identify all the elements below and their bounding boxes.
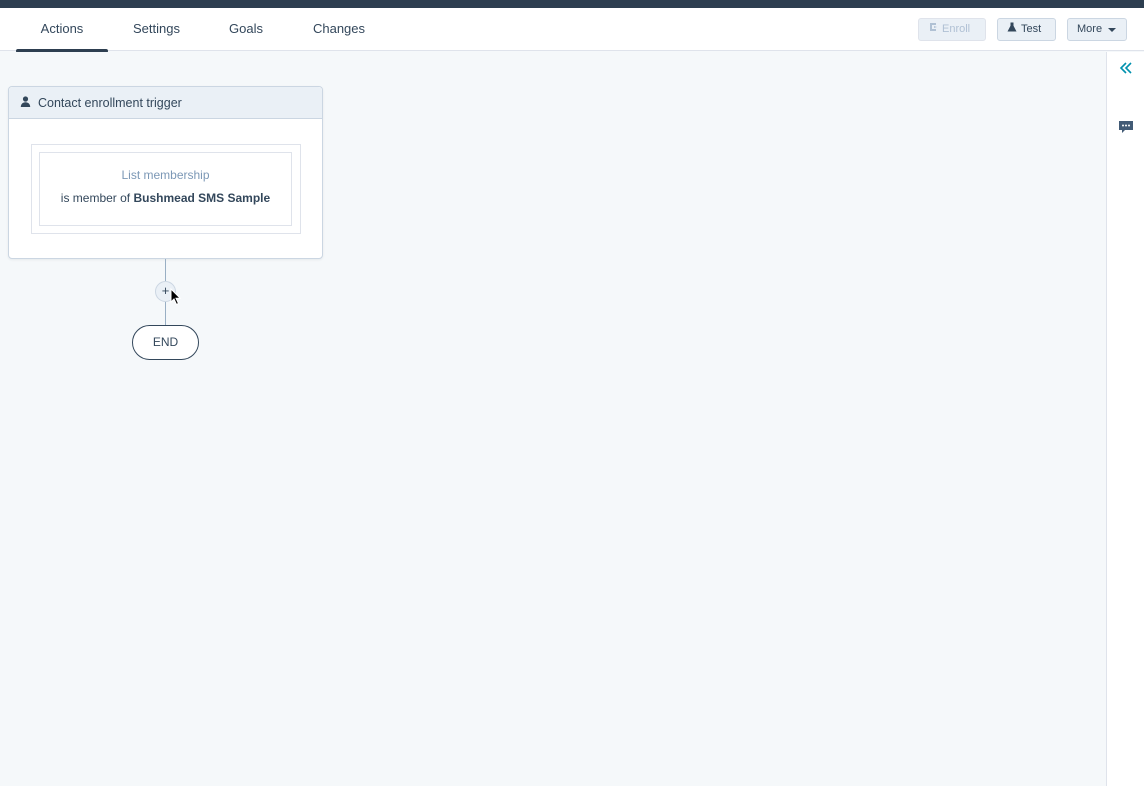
enroll-icon xyxy=(928,19,938,40)
filter-item[interactable]: List membership is member of Bushmead SM… xyxy=(39,152,292,226)
test-label: Test xyxy=(1021,23,1042,35)
tab-changes-label: Changes xyxy=(312,21,366,36)
tab-goals[interactable]: Goals xyxy=(222,8,270,51)
connector-line-bottom xyxy=(165,302,166,325)
workflow-header: Actions Settings Goals Changes Enroll Te… xyxy=(0,8,1144,53)
enrollment-trigger-card[interactable]: Contact enrollment trigger List membersh… xyxy=(8,86,323,259)
end-label: END xyxy=(152,335,179,349)
tab-actions[interactable]: Actions xyxy=(16,8,108,53)
flask-icon xyxy=(1007,19,1017,40)
double-chevron-left-icon[interactable] xyxy=(1117,60,1135,78)
right-side-panel xyxy=(1106,52,1144,786)
connector-line-top xyxy=(165,259,166,281)
chat-bubble-icon[interactable] xyxy=(1118,120,1134,134)
more-dropdown[interactable]: More xyxy=(1067,18,1127,41)
more-label: More xyxy=(1077,23,1103,35)
end-node: END xyxy=(132,325,199,360)
filter-group: List membership is member of Bushmead SM… xyxy=(31,144,301,234)
tab-settings-label: Settings xyxy=(133,21,180,36)
test-button[interactable]: Test xyxy=(997,18,1056,41)
top-app-bar xyxy=(0,0,1144,8)
filter-value: Bushmead SMS Sample xyxy=(133,191,271,205)
filter-prefix: is member of xyxy=(60,191,131,205)
enroll-button[interactable]: Enroll xyxy=(918,18,986,41)
trigger-header: Contact enrollment trigger xyxy=(9,87,322,119)
tab-actions-label: Actions xyxy=(40,21,84,36)
filter-description: is member of Bushmead SMS Sample xyxy=(40,191,291,205)
plus-icon: + xyxy=(161,283,170,298)
tab-changes[interactable]: Changes xyxy=(305,8,373,51)
trigger-title: Contact enrollment trigger xyxy=(38,95,182,110)
filter-type: List membership xyxy=(121,168,210,182)
tab-goals-label: Goals xyxy=(229,21,263,36)
enroll-label: Enroll xyxy=(942,23,971,35)
person-icon xyxy=(20,95,31,110)
tab-settings[interactable]: Settings xyxy=(124,8,189,51)
caret-down-icon xyxy=(1108,28,1117,32)
mouse-cursor-icon xyxy=(170,287,182,306)
